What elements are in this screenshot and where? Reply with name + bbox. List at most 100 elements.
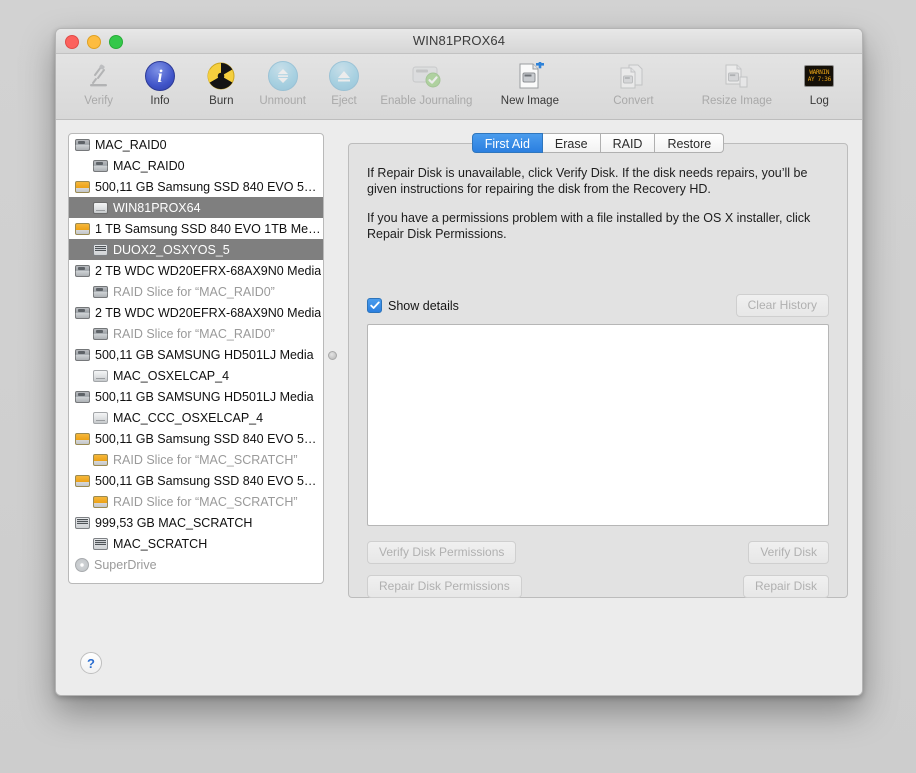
toolbar-label-verify: Verify [84,95,114,107]
hdd-icon [75,348,90,361]
toolbar-button-convert[interactable]: Convert [582,58,686,107]
disk-list-row[interactable]: RAID Slice for “MAC_RAID0” [69,281,323,302]
hdd-icon [93,327,108,340]
toolbar-button-verify[interactable]: Verify [68,58,129,107]
first-aid-paragraph-1: If Repair Disk is unavailable, click Ver… [367,166,808,196]
toolbar-button-info[interactable]: i Info [129,58,190,107]
right-pane: First Aid Erase RAID Restore If Repair Disk… [348,133,848,598]
hdd-icon [75,390,90,403]
toolbar-button-resize-image[interactable]: Resize Image [685,58,789,107]
disk-list-row[interactable]: MAC_OSXELCAP_4 [69,365,323,386]
disk-list-row[interactable]: 500,11 GB SAMSUNG HD501LJ Media [69,344,323,365]
tab-bar: First Aid Erase RAID Restore [348,133,848,154]
toolbar-button-burn[interactable]: Burn [191,58,252,107]
tab-first-aid[interactable]: First Aid [471,133,543,153]
disk-list-row[interactable]: 1 TB Samsung SSD 840 EVO 1TB Media [69,218,323,239]
unmount-icon [266,61,300,91]
disk-list-row[interactable]: 999,53 GB MAC_SCRATCH [69,512,323,533]
action-row-verify: Verify Disk Permissions Verify Disk [367,541,829,564]
window-content: MAC_RAID0 MAC_RAID0 500,11 GB Samsung SSD … [56,120,862,647]
disk-list-row[interactable]: 500,11 GB Samsung SSD 840 EVO 5… [69,176,323,197]
disk-utility-window: WIN81PROX64 Verify i Info Burn Unmount E… [55,28,863,696]
action-row-repair: Repair Disk Permissions Repair Disk [367,575,829,598]
disk-list-row-label: 500,11 GB SAMSUNG HD501LJ Media [95,389,314,404]
disk-list-row[interactable]: WIN81PROX64 [69,197,323,218]
disk-list-row-label: RAID Slice for “MAC_SCRATCH” [113,452,298,467]
help-button[interactable]: ? [80,652,102,674]
disk-list[interactable]: MAC_RAID0 MAC_RAID0 500,11 GB Samsung SSD … [68,133,324,584]
disk-list-row-label: 2 TB WDC WD20EFRX-68AX9N0 Media [95,263,322,278]
disk-list-row-label: MAC_CCC_OSXELCAP_4 [113,410,264,425]
clear-history-button[interactable]: Clear History [735,294,829,317]
sidebar-container: MAC_RAID0 MAC_RAID0 500,11 GB Samsung SSD … [68,133,337,647]
toolbar-label-new-image: New Image [500,95,559,107]
tab-erase[interactable]: Erase [542,133,601,153]
disk-list-row[interactable]: MAC_SCRATCH [69,533,323,554]
toolbar-button-log[interactable]: WARNIN AY 7:36 Log [789,58,850,107]
show-details-checkbox[interactable]: Show details [367,298,459,313]
toolbar-button-eject[interactable]: Eject [313,58,374,107]
disk-list-row-label: RAID Slice for “MAC_RAID0” [113,284,275,299]
microscope-icon [82,61,116,91]
disk-list-row[interactable]: RAID Slice for “MAC_SCRATCH” [69,491,323,512]
burn-radiation-icon [204,61,238,91]
eject-icon [327,61,361,91]
raid-icon [93,243,108,256]
journaling-disk-icon [409,61,443,91]
toolbar-label-convert: Convert [613,95,654,107]
disk-list-row[interactable]: MAC_RAID0 [69,155,323,176]
tab-raid[interactable]: RAID [600,133,656,153]
disk-list-row-label: 2 TB WDC WD20EFRX-68AX9N0 Media [95,305,322,320]
disk-list-row[interactable]: DUOX2_OSXYOS_5 [69,239,323,260]
disk-list-row[interactable]: SuperDrive [69,554,323,575]
window-bottom-bar: ? [56,647,862,695]
disk-list-row-label: 500,11 GB Samsung SSD 840 EVO 5… [95,179,317,194]
hdd-icon [93,159,108,172]
hdd-icon [75,138,90,151]
sidebar-resize-grip[interactable] [328,351,337,360]
details-row: Show details Clear History [367,294,829,317]
disk-list-row[interactable]: 2 TB WDC WD20EFRX-68AX9N0 Media [69,260,323,281]
checkmark-icon [367,298,382,313]
verify-disk-button[interactable]: Verify Disk [748,541,829,564]
disk-list-row[interactable]: 500,11 GB Samsung SSD 840 EVO 5… [69,470,323,491]
raid-icon [93,537,108,550]
disk-list-row-label: 500,11 GB Samsung SSD 840 EVO 5… [95,431,317,446]
log-icon-line2: AY 7:36 [807,76,831,83]
toolbar-button-unmount[interactable]: Unmount [252,58,313,107]
repair-disk-button[interactable]: Repair Disk [742,575,829,598]
optical-icon [75,557,89,572]
new-image-icon [513,61,547,91]
first-aid-paragraph-2: If you have a permissions problem with a… [367,211,811,241]
disk-list-row-label: MAC_RAID0 [95,137,167,152]
info-icon: i [143,61,177,91]
ssd-icon [75,222,90,235]
hdd-icon [75,264,90,277]
disk-list-row-label: 500,11 GB Samsung SSD 840 EVO 5… [95,473,317,488]
disk-list-row[interactable]: MAC_CCC_OSXELCAP_4 [69,407,323,428]
disk-list-row[interactable]: 500,11 GB Samsung SSD 840 EVO 5… [69,428,323,449]
disk-list-row-label: RAID Slice for “MAC_SCRATCH” [113,494,298,509]
disk-list-row-label: 1 TB Samsung SSD 840 EVO 1TB Media [95,221,323,236]
repair-disk-permissions-button[interactable]: Repair Disk Permissions [367,575,522,598]
first-aid-log-area[interactable] [367,324,829,526]
log-icon-line1: WARNIN [809,69,830,76]
disk-list-row-label: SuperDrive [94,557,157,572]
tab-restore[interactable]: Restore [655,133,725,153]
disk-list-row[interactable]: RAID Slice for “MAC_RAID0” [69,323,323,344]
toolbar-label-unmount: Unmount [259,95,306,107]
toolbar-button-new-image[interactable]: New Image [478,58,582,107]
toolbar-button-enable-journaling[interactable]: Enable Journaling [375,58,479,107]
ssd-icon [75,474,90,487]
window-titlebar[interactable]: WIN81PROX64 [56,29,862,54]
disk-list-row[interactable]: 500,11 GB SAMSUNG HD501LJ Media [69,386,323,407]
first-aid-panel: If Repair Disk is unavailable, click Ver… [348,143,848,598]
disk-list-row[interactable]: MAC_RAID0 [69,134,323,155]
disk-list-row[interactable]: 2 TB WDC WD20EFRX-68AX9N0 Media [69,302,323,323]
disk-list-row[interactable]: RAID Slice for “MAC_SCRATCH” [69,449,323,470]
vol-icon [93,369,108,382]
window-title: WIN81PROX64 [412,33,506,48]
disk-list-row-label: MAC_OSXELCAP_4 [113,368,230,383]
verify-disk-permissions-button[interactable]: Verify Disk Permissions [367,541,517,564]
raid-icon [75,516,90,529]
